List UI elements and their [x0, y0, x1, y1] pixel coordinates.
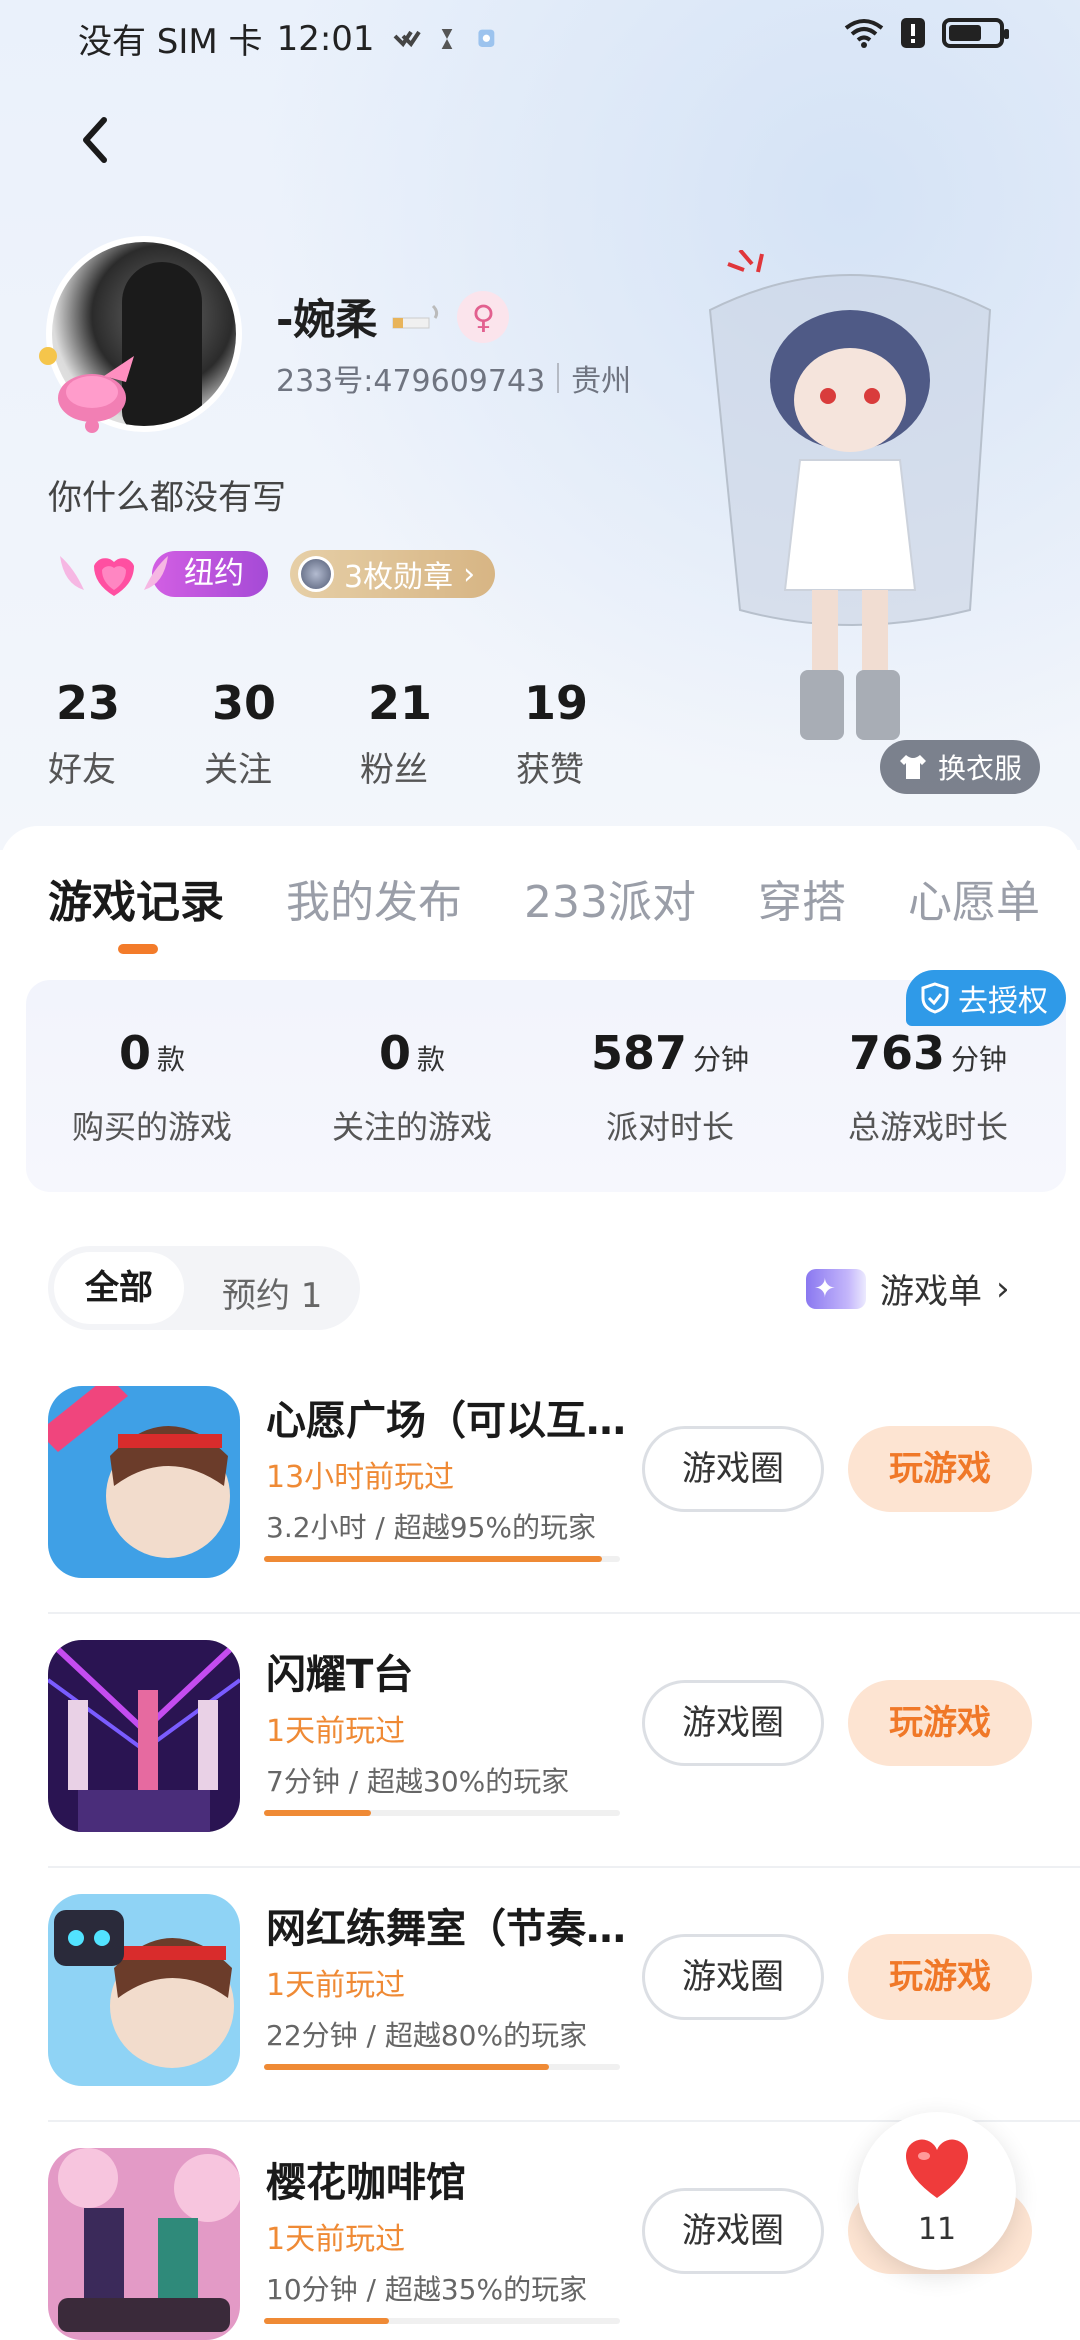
shirt-icon [900, 755, 926, 779]
last-played: 13小时前玩过 [266, 1460, 455, 1495]
game-circle-button[interactable]: 游戏圈 [642, 1934, 824, 2020]
username-text: -婉柔 [276, 295, 378, 344]
percentile-bar [264, 2064, 620, 2070]
gender-female-icon: ♀ [457, 290, 510, 343]
user-id: 233号:479609743 [276, 364, 546, 399]
stat-friends[interactable]: 23 好友 [48, 676, 204, 791]
badge-row: 纽约 3枚勋章 › [54, 550, 496, 598]
chevron-right-icon: › [996, 1268, 1010, 1309]
play-game-button[interactable]: 玩游戏 [848, 1426, 1032, 1512]
tab-game-records[interactable]: 游戏记录 [48, 866, 224, 930]
game-thumbnail[interactable] [48, 1640, 240, 1832]
game-circle-button[interactable]: 游戏圈 [642, 2188, 824, 2274]
tab-outfits[interactable]: 穿搭 [758, 866, 846, 930]
back-arrow-icon[interactable] [70, 110, 118, 170]
percentile-bar [264, 1556, 620, 1562]
status-right [844, 16, 1009, 50]
heart-icon [905, 2139, 969, 2198]
avatar-frame-badge-icon [39, 347, 134, 433]
game-thumbnail[interactable] [48, 1894, 240, 2086]
social-stats: 23 好友 30 关注 21 粉丝 19 获赞 [48, 676, 672, 791]
game-circle-button[interactable]: 游戏圈 [642, 1680, 824, 1766]
tab-233-party[interactable]: 233派对 [524, 866, 696, 930]
play-stat: 3.2小时 / 超越95%的玩家 [266, 1511, 596, 1544]
bio: 你什么都没有写 [48, 478, 286, 518]
filter-reserved[interactable]: 预约 1 [222, 1268, 322, 1317]
medal-icon [298, 556, 334, 592]
change-outfit-button[interactable]: 换衣服 [880, 740, 1041, 794]
stat-likes[interactable]: 19 获赞 [516, 676, 672, 791]
hearts-wing-icon [60, 556, 168, 596]
play-game-button[interactable]: 玩游戏 [848, 1934, 1032, 2020]
filter-all[interactable]: 全部 [54, 1252, 184, 1324]
alert-icon [901, 18, 925, 48]
app-notification-icon [477, 29, 494, 47]
percentile-bar [264, 1810, 620, 1816]
stat-followers[interactable]: 21 粉丝 [360, 676, 516, 791]
tab-wishlist[interactable]: 心愿单 [908, 866, 1040, 930]
username: -婉柔 ♀ [276, 286, 510, 347]
play-game-button[interactable]: 玩游戏 [848, 1680, 1032, 1766]
medal-badge[interactable]: 3枚勋章 › [290, 550, 496, 598]
profile-tabs: 游戏记录 我的发布 233派对 穿搭 心愿单 [48, 866, 1080, 930]
tab-my-posts[interactable]: 我的发布 [286, 866, 462, 930]
play-stat: 7分钟 / 超越30%的玩家 [266, 1765, 570, 1798]
wifi-icon [844, 19, 884, 48]
medal-badge-label: 3枚勋章 [344, 560, 454, 595]
like-float-button[interactable]: 11 [858, 2112, 1016, 2270]
hearts-icon [393, 30, 421, 47]
play-stat: 22分钟 / 超越80%的玩家 [266, 2019, 588, 2052]
carrier-text: 没有 SIM 卡 [78, 22, 263, 62]
percentile-bar [264, 2318, 620, 2324]
game-name: 闪耀T台 [266, 1652, 414, 1698]
uid-line: 233号:479609743 贵州 [276, 356, 631, 400]
last-played: 1天前玩过 [266, 1968, 406, 2003]
game-list-link[interactable]: ✦ 游戏单 › [806, 1264, 1010, 1313]
last-played: 1天前玩过 [266, 1714, 406, 1749]
org-badge[interactable]: 纽约 [54, 550, 268, 598]
game-name: 心愿广场（可以互… [266, 1398, 626, 1444]
game-thumbnail[interactable] [48, 1386, 240, 1578]
game-name: 网红练舞室（节奏… [266, 1906, 626, 1952]
summary-purchased[interactable]: 0款 购买的游戏 [22, 1026, 282, 1148]
authorize-button[interactable]: 去授权 [906, 970, 1066, 1026]
game-name: 樱花咖啡馆 [266, 2160, 466, 2206]
summary-followed[interactable]: 0款 关注的游戏 [282, 1026, 542, 1148]
region: 贵州 [571, 364, 632, 399]
game-row[interactable]: 网红练舞室（节奏… 1天前玩过 22分钟 / 超越80%的玩家 游戏圈 玩游戏 [0, 1868, 1080, 2122]
tab-indicator [118, 944, 158, 954]
game-circle-button[interactable]: 游戏圈 [642, 1426, 824, 1512]
summary-total-time[interactable]: 763 分钟 总游戏时长 [798, 1026, 1058, 1148]
sparkle-icon: ✦ [806, 1268, 866, 1309]
status-bar: 没有 SIM 卡 12:01 [0, 0, 1080, 72]
chevron-right-icon: › [463, 556, 476, 592]
cigarette-icon [392, 304, 439, 328]
game-row[interactable]: 闪耀T台 1天前玩过 7分钟 / 超越30%的玩家 游戏圈 玩游戏 [0, 1614, 1080, 1868]
last-played: 1天前玩过 [266, 2222, 406, 2257]
game-thumbnail[interactable] [48, 2148, 240, 2340]
game-row[interactable]: 心愿广场（可以互… 13小时前玩过 3.2小时 / 超越95%的玩家 游戏圈 玩… [0, 1360, 1080, 1614]
hourglass-icon [441, 28, 452, 49]
play-stat: 10分钟 / 超越35%的玩家 [266, 2273, 588, 2306]
avatar-character-image[interactable] [700, 250, 1000, 770]
status-left: 没有 SIM 卡 12:01 [78, 14, 503, 63]
clock: 12:01 [276, 18, 375, 59]
like-count: 11 [917, 2212, 957, 2247]
stat-following[interactable]: 30 关注 [204, 676, 360, 791]
shield-check-icon [921, 982, 949, 1014]
summary-party-time[interactable]: 587 分钟 派对时长 [540, 1026, 800, 1148]
battery-icon [942, 18, 1009, 48]
